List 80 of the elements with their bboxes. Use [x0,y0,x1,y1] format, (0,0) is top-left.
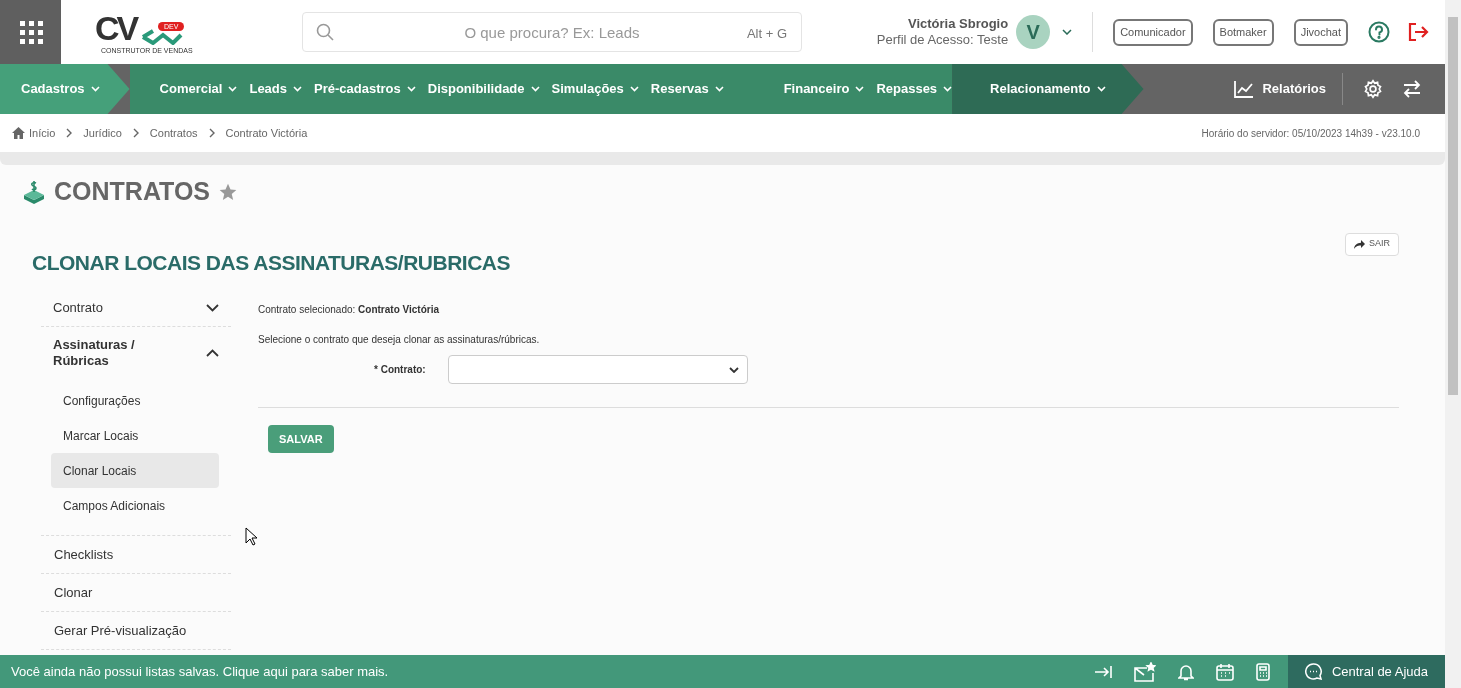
breadcrumb-link[interactable]: Jurídico [83,124,122,142]
breadcrumb-link[interactable]: Contrato Victória [225,124,308,142]
chevron-down-icon [293,86,303,92]
header-button[interactable]: Jivochat [1293,18,1348,46]
calendar-icon[interactable] [1215,662,1234,681]
sidebar-link[interactable]: Checklists [41,536,231,573]
logout-icon[interactable] [1407,22,1429,42]
chevron-right-icon [66,128,73,138]
mail-star-icon[interactable] [1133,661,1156,682]
user-name: Victória Sbrogio [906,15,1009,32]
logo-wave-icon [141,29,183,45]
chevron-down-icon [1096,86,1106,92]
breadcrumb-link[interactable]: Início [29,124,56,142]
collapse-arrow-icon[interactable] [1093,664,1112,679]
apps-grid-icon [18,20,43,44]
line-chart-icon [1234,80,1255,98]
help-icon[interactable] [1368,21,1390,43]
nav-menu-item[interactable]: Pré-cadastros [302,64,416,114]
page-title: CONTRATOS [54,176,211,207]
chevron-down-icon [206,304,219,312]
help-center-button[interactable]: Central de Ajuda [1287,655,1445,688]
sidebar-subitem[interactable]: Clonar Locais [51,453,219,488]
scrollbar[interactable] [1445,0,1461,688]
nav-menu-item[interactable]: Leads [237,64,303,114]
bell-icon[interactable] [1177,662,1194,681]
logo-letters: CV [95,11,137,45]
nav-menu-item[interactable]: Disponibilidade [415,64,540,114]
search-icon [316,23,334,41]
nav-menu-item[interactable]: Repasses [864,64,953,114]
mouse-cursor-icon [245,527,257,546]
breadcrumb-link[interactable]: Contratos [149,124,198,142]
chevron-down-icon [943,86,953,92]
chevron-up-icon [206,349,219,357]
nav-menu-item[interactable]: Relacionamento [952,64,1144,114]
swap-arrows-icon[interactable] [1403,80,1421,98]
chevron-down-icon [714,86,724,92]
chevron-down-icon [729,366,739,373]
settings-icon[interactable] [1363,79,1383,99]
section-title: CLONAR LOCAIS DAS ASSINATURAS/RUBRICAS [32,249,510,276]
user-avatar[interactable]: V [1016,15,1051,49]
header-button[interactable]: Comunicador [1113,18,1193,46]
chevron-down-icon[interactable] [1062,29,1073,35]
selected-contract: Contrato selecionado: Contrato Victória [258,303,440,317]
nav-menu-item[interactable]: Comercial [129,64,238,114]
nav-menu-item[interactable]: Cadastros [0,64,130,114]
nav-menu-item[interactable]: Financeiro [723,64,865,114]
exit-button[interactable]: SAIR [1345,232,1399,256]
nav-menu-item[interactable]: Reservas [638,64,724,114]
save-button[interactable]: SALVAR [268,425,334,453]
share-arrow-icon [1354,239,1365,249]
chevron-down-icon [855,86,865,92]
home-icon [12,127,25,139]
chevron-right-icon [132,128,139,138]
chevron-down-icon [406,86,416,92]
sidebar-subitem[interactable]: Campos Adicionais [51,488,219,523]
sidebar-subitem[interactable]: Marcar Locais [51,418,219,453]
contract-label: * Contrato: [374,363,427,377]
calculator-icon[interactable] [1255,662,1270,681]
sidebar-section[interactable]: Assinaturas / Rúbricas [41,327,231,379]
chevron-down-icon [629,86,639,92]
reports-link[interactable]: Relatórios [1218,79,1342,99]
apps-menu-button[interactable] [0,0,61,64]
chevron-down-icon [530,86,540,92]
sidebar-link[interactable]: Gerar Pré-visualização [41,612,231,649]
chat-bubble-icon [1304,663,1322,680]
search-shortcut: Alt + G [746,25,787,43]
chevron-down-icon [90,86,100,92]
sidebar-link[interactable]: Clonar [41,574,231,611]
chevron-down-icon [228,86,238,92]
server-time: Horário do servidor: 05/10/2023 14h39 - v23.10.0 [1201,126,1420,141]
scrollbar-thumb[interactable] [1448,17,1458,395]
chevron-right-icon [208,128,215,138]
header-button[interactable]: Botmaker [1212,18,1274,46]
user-profile: Perfil de Acesso: Teste [876,32,1009,49]
saved-lists-link[interactable]: Você ainda não possui listas salvas. Clique aqui para saber mais. [0,661,389,682]
money-box-icon [22,179,46,204]
sidebar-subitem[interactable]: Configurações [51,383,219,418]
nav-menu-item[interactable]: Simulações [539,64,639,114]
sidebar-section[interactable]: Contrato [41,290,231,326]
instruction-text: Selecione o contrato que deseja clonar as assinaturas/rúbricas. [258,333,541,347]
